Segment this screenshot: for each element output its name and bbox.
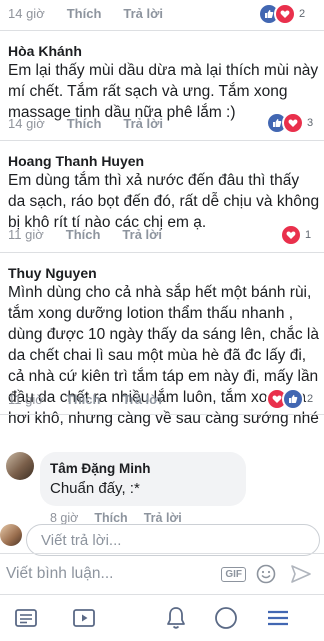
menu-icon[interactable]	[260, 603, 296, 633]
reply-link[interactable]: Trả lời	[123, 6, 163, 21]
reply-link[interactable]: Trả lời	[122, 227, 162, 242]
like-reaction-icon	[282, 388, 304, 410]
comment-meta: 11 giờ Thích Trả lời	[8, 227, 184, 242]
comment-time: 11 giờ	[8, 392, 44, 407]
divider	[0, 252, 324, 253]
send-icon[interactable]	[290, 564, 312, 584]
reply-meta: 8 giờ Thích Trả lời	[50, 511, 204, 525]
comment-meta: 14 giờ Thích Trả lời	[8, 116, 185, 131]
reply-bubble: Tâm Đặng Minh Chuẩn đấy, :*	[40, 452, 246, 506]
reaction-count: 3	[307, 117, 314, 129]
comment-author[interactable]: Hòa Khánh	[8, 42, 82, 60]
bottom-tab-bar	[0, 594, 324, 641]
comment-author[interactable]: Hoang Thanh Huyen	[8, 152, 144, 170]
reply-text: Chuẩn đấy, :*	[50, 480, 140, 497]
my-avatar	[0, 524, 22, 546]
reaction-summary[interactable]: 2	[266, 388, 313, 410]
comment-time: 11 giờ	[8, 227, 44, 242]
reply-link[interactable]: Trả lời	[123, 116, 163, 131]
comment-composer: Viết bình luận... GIF	[0, 553, 324, 594]
reaction-summary[interactable]: 1	[280, 224, 311, 246]
like-link[interactable]: Thích	[67, 6, 102, 21]
reply-input-placeholder: Viết trả lời...	[41, 531, 122, 549]
bell-icon[interactable]	[158, 603, 194, 633]
love-reaction-icon	[280, 224, 302, 246]
like-link[interactable]: Thích	[66, 392, 101, 407]
emoji-icon[interactable]	[256, 564, 276, 584]
divider	[0, 140, 324, 141]
comment-text: Em dùng tắm thì xả nước đến đâu thì thấy…	[8, 172, 320, 231]
reaction-count: 2	[307, 393, 314, 405]
video-icon[interactable]	[66, 603, 102, 633]
love-reaction-icon	[282, 112, 304, 134]
reaction-summary[interactable]: 2	[258, 3, 305, 25]
comment-time: 14 giờ	[8, 116, 45, 131]
gif-label: GIF	[225, 568, 242, 580]
reaction-count: 2	[299, 8, 306, 20]
comment-meta-top: 14 giờ Thích Trả lời	[8, 6, 185, 21]
comment-input[interactable]: Viết bình luận...	[6, 565, 221, 583]
comment-author[interactable]: Thuy Nguyen	[8, 264, 97, 282]
reaction-count: 1	[305, 229, 312, 241]
like-link[interactable]: Thích	[67, 116, 102, 131]
like-link[interactable]: Thích	[94, 511, 127, 525]
divider	[0, 414, 324, 415]
reply-link[interactable]: Trả lời	[122, 392, 162, 407]
profile-icon[interactable]	[208, 603, 244, 633]
divider	[0, 30, 324, 31]
like-link[interactable]: Thích	[66, 227, 101, 242]
reply-link[interactable]: Trả lời	[144, 511, 182, 525]
reply-author[interactable]: Tâm Đặng Minh	[50, 460, 236, 478]
gif-button[interactable]: GIF	[221, 566, 246, 582]
reply-input[interactable]: Viết trả lời...	[26, 524, 320, 556]
love-reaction-icon	[274, 3, 296, 25]
home-icon[interactable]	[8, 603, 44, 633]
reply-time: 8 giờ	[50, 511, 79, 525]
reply-avatar[interactable]	[6, 452, 34, 480]
reaction-summary[interactable]: 3	[266, 112, 313, 134]
comments-screen: 14 giờ Thích Trả lời 2 Hòa Khánh Em lại …	[0, 0, 324, 641]
comment-time: 14 giờ	[8, 6, 45, 21]
comment-meta: 11 giờ Thích Trả lời	[8, 392, 184, 407]
